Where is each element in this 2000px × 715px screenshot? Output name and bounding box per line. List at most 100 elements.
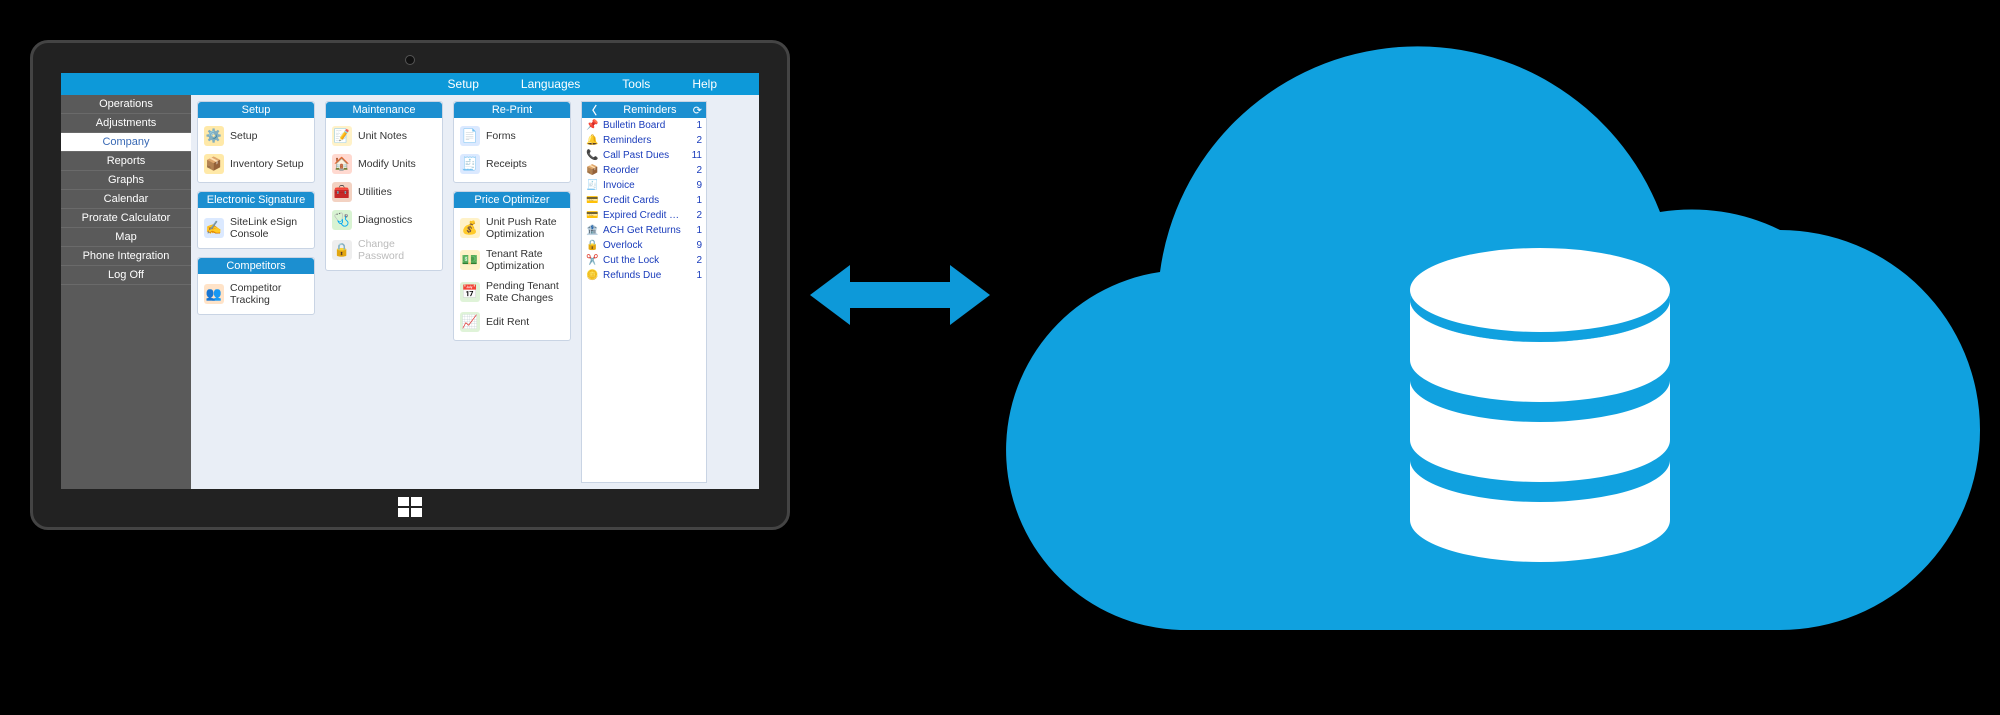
reminder-expired-cards[interactable]: 💳Expired Credit Car...2 xyxy=(582,208,706,223)
card-icon: 💳 xyxy=(586,210,599,221)
item-receipts[interactable]: 🧾 Receipts xyxy=(458,150,566,178)
main-content: Setup ⚙️ Setup 📦 Inventory Setup Electro… xyxy=(191,95,759,489)
lock-icon: 🔒 xyxy=(332,240,352,260)
cloud-database-icon xyxy=(1000,30,1980,670)
chart-up-icon: 📈 xyxy=(460,312,480,332)
item-tenant-rate[interactable]: 💵 Tenant Rate Optimization xyxy=(458,244,566,276)
item-diagnostics[interactable]: 🩺 Diagnostics xyxy=(330,206,438,234)
back-icon[interactable]: 〈 xyxy=(586,102,597,118)
calendar-icon: 📅 xyxy=(460,282,480,302)
windows-button[interactable] xyxy=(396,495,424,519)
item-label: Diagnostics xyxy=(358,214,412,226)
item-utilities[interactable]: 🧰 Utilities xyxy=(330,178,438,206)
sidebar-item-adjustments[interactable]: Adjustments xyxy=(61,114,191,133)
sync-arrow-icon xyxy=(810,260,990,330)
sidebar-item-logoff[interactable]: Log Off xyxy=(61,266,191,285)
item-label: Utilities xyxy=(358,186,392,198)
item-label: Change Password xyxy=(358,238,436,262)
camera-icon xyxy=(405,55,415,65)
menu-help[interactable]: Help xyxy=(692,77,717,91)
stethoscope-icon: 🩺 xyxy=(332,210,352,230)
panel-title: Setup xyxy=(198,102,314,118)
item-label: Pending Tenant Rate Changes xyxy=(486,280,564,304)
item-label: Unit Push Rate Optimization xyxy=(486,216,564,240)
menu-bar: Setup Languages Tools Help xyxy=(61,73,759,95)
sidebar-item-company[interactable]: Company xyxy=(61,133,191,152)
column-2: Maintenance 📝 Unit Notes 🏠 Modify Units … xyxy=(325,101,443,483)
bell-icon: 🔔 xyxy=(586,135,599,146)
sidebar-item-reports[interactable]: Reports xyxy=(61,152,191,171)
panel-competitors: Competitors 👥 Competitor Tracking xyxy=(197,257,315,315)
sidebar-item-graphs[interactable]: Graphs xyxy=(61,171,191,190)
item-inventory-setup[interactable]: 📦 Inventory Setup xyxy=(202,150,310,178)
menu-languages[interactable]: Languages xyxy=(521,77,580,91)
toolbox-icon: 🧰 xyxy=(332,182,352,202)
reminder-refunds[interactable]: 🪙Refunds Due1 xyxy=(582,268,706,283)
reminder-reorder[interactable]: 📦Reorder2 xyxy=(582,163,706,178)
panel-esign: Electronic Signature ✍️ SiteLink eSign C… xyxy=(197,191,315,249)
item-modify-units[interactable]: 🏠 Modify Units xyxy=(330,150,438,178)
panel-title: Competitors xyxy=(198,258,314,274)
people-icon: 👥 xyxy=(204,284,224,304)
panel-title: Maintenance xyxy=(326,102,442,118)
item-forms[interactable]: 📄 Forms xyxy=(458,122,566,150)
panel-title: Price Optimizer xyxy=(454,192,570,208)
lock-icon: 🔒 xyxy=(586,240,599,251)
item-label: Receipts xyxy=(486,158,527,170)
bank-icon: 🏦 xyxy=(586,225,599,236)
reminders-header: 〈 Reminders ⟳ xyxy=(582,102,706,118)
reminder-overlock[interactable]: 🔒Overlock9 xyxy=(582,238,706,253)
panel-title: Re-Print xyxy=(454,102,570,118)
reminder-reminders[interactable]: 🔔Reminders2 xyxy=(582,133,706,148)
note-icon: 📝 xyxy=(332,126,352,146)
column-3: Re-Print 📄 Forms 🧾 Receipts Price Optimi xyxy=(453,101,571,483)
item-label: Modify Units xyxy=(358,158,416,170)
sidebar-item-prorate[interactable]: Prorate Calculator xyxy=(61,209,191,228)
reminder-credit-cards[interactable]: 💳Credit Cards1 xyxy=(582,193,706,208)
tablet-device: Setup Languages Tools Help Operations Ad… xyxy=(30,40,790,530)
item-label: Setup xyxy=(230,130,257,142)
menu-setup[interactable]: Setup xyxy=(448,77,479,91)
reminder-ach[interactable]: 🏦ACH Get Returns1 xyxy=(582,223,706,238)
panel-reminders: 〈 Reminders ⟳ 📌Bulletin Board1 🔔Reminder… xyxy=(581,101,707,483)
item-label: Tenant Rate Optimization xyxy=(486,248,564,272)
reminder-bulletin[interactable]: 📌Bulletin Board1 xyxy=(582,118,706,133)
reminder-call-past-dues[interactable]: 📞Call Past Dues11 xyxy=(582,148,706,163)
app-screen: Setup Languages Tools Help Operations Ad… xyxy=(61,73,759,489)
refresh-icon[interactable]: ⟳ xyxy=(693,104,702,117)
item-label: Forms xyxy=(486,130,516,142)
phone-icon: 📞 xyxy=(586,150,599,161)
panel-title: Electronic Signature xyxy=(198,192,314,208)
item-label: SiteLink eSign Console xyxy=(230,216,308,240)
menu-tools[interactable]: Tools xyxy=(622,77,650,91)
reminder-cut-lock[interactable]: ✂️Cut the Lock2 xyxy=(582,253,706,268)
money-icon: 💵 xyxy=(460,250,480,270)
panel-maintenance: Maintenance 📝 Unit Notes 🏠 Modify Units … xyxy=(325,101,443,271)
item-edit-rent[interactable]: 📈 Edit Rent xyxy=(458,308,566,336)
coin-icon: 🪙 xyxy=(586,270,599,281)
item-setup[interactable]: ⚙️ Setup xyxy=(202,122,310,150)
reminder-invoice[interactable]: 🧾Invoice9 xyxy=(582,178,706,193)
sidebar-item-map[interactable]: Map xyxy=(61,228,191,247)
sidebar-item-calendar[interactable]: Calendar xyxy=(61,190,191,209)
panel-price-optimizer: Price Optimizer 💰 Unit Push Rate Optimiz… xyxy=(453,191,571,341)
item-label: Unit Notes xyxy=(358,130,407,142)
item-competitor-tracking[interactable]: 👥 Competitor Tracking xyxy=(202,278,310,310)
box-icon: 📦 xyxy=(586,165,599,176)
item-esign-console[interactable]: ✍️ SiteLink eSign Console xyxy=(202,212,310,244)
item-label: Edit Rent xyxy=(486,316,529,328)
sidebar-item-phone[interactable]: Phone Integration xyxy=(61,247,191,266)
box-icon: 📦 xyxy=(204,154,224,174)
scissors-icon: ✂️ xyxy=(586,255,599,266)
item-label: Competitor Tracking xyxy=(230,282,308,306)
panel-setup: Setup ⚙️ Setup 📦 Inventory Setup xyxy=(197,101,315,183)
signature-icon: ✍️ xyxy=(204,218,224,238)
panel-title: Reminders xyxy=(607,104,693,116)
sidebar-item-operations[interactable]: Operations xyxy=(61,95,191,114)
item-change-password: 🔒 Change Password xyxy=(330,234,438,266)
item-unit-push-rate[interactable]: 💰 Unit Push Rate Optimization xyxy=(458,212,566,244)
invoice-icon: 🧾 xyxy=(586,180,599,191)
item-unit-notes[interactable]: 📝 Unit Notes xyxy=(330,122,438,150)
sidebar: Operations Adjustments Company Reports G… xyxy=(61,95,191,489)
item-pending-changes[interactable]: 📅 Pending Tenant Rate Changes xyxy=(458,276,566,308)
